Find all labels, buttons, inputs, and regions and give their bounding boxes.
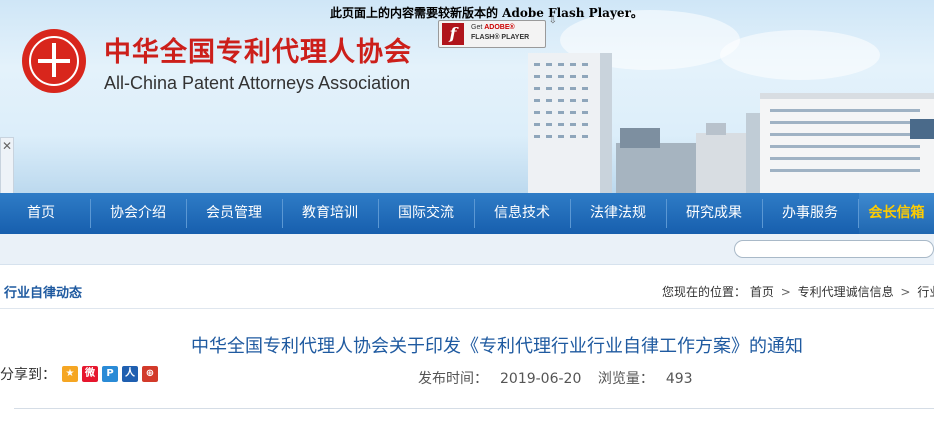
article-title: 中华全国专利代理人协会关于印发《专利代理行业行业自律工作方案》的通知 bbox=[191, 336, 803, 357]
download-arrow-icon: ⇩ bbox=[548, 15, 557, 26]
article-meta: 发布时间： 2019-06-20 浏览量： 493 bbox=[418, 368, 705, 388]
publish-label: 发布时间： bbox=[418, 371, 488, 387]
nav-item-services[interactable]: 办事服务 bbox=[763, 193, 857, 234]
tqq-icon[interactable]: P bbox=[102, 365, 118, 382]
flash-icon: f bbox=[442, 23, 464, 45]
search-input[interactable] bbox=[734, 240, 934, 258]
breadcrumb-separator-icon: > bbox=[780, 285, 791, 299]
section-title: 行业自律动态 bbox=[4, 286, 83, 301]
nav-item-it[interactable]: 信息技术 bbox=[475, 193, 569, 234]
views-count: 493 bbox=[665, 371, 693, 387]
org-name-cn: 中华全国专利代理人协会 bbox=[104, 37, 412, 68]
get-flash-player-button[interactable]: f Get ADOBE® FLASH® PLAYER ⇩ bbox=[438, 15, 557, 48]
views-label: 浏览量： bbox=[597, 371, 654, 387]
divider bbox=[14, 408, 934, 409]
nav-item-president-mailbox[interactable]: 会长信箱 bbox=[859, 193, 934, 234]
breadcrumb: 您现在的位置： 首页 > 专利代理诚信信息 > 行业自 bbox=[662, 283, 934, 300]
nav-item-education[interactable]: 教育培训 bbox=[283, 193, 377, 234]
close-icon: ✕ bbox=[1, 139, 13, 153]
nav-item-international[interactable]: 国际交流 bbox=[379, 193, 473, 234]
flash-badge-brand: ADOBE® bbox=[484, 24, 515, 31]
nav-item-about[interactable]: 协会介绍 bbox=[91, 193, 185, 234]
share-buttons: ★ 微 P 人 ⊕ bbox=[62, 363, 162, 382]
nav-item-members[interactable]: 会员管理 bbox=[187, 193, 281, 234]
flash-badge-label: FLASH® PLAYER bbox=[471, 34, 530, 41]
floating-panel-close-button[interactable]: ✕ bbox=[0, 137, 14, 197]
weibo-icon[interactable]: 微 bbox=[82, 365, 98, 382]
flash-version-notice: 此页面上的内容需要较新版本的 Adobe Flash Player。 bbox=[330, 6, 643, 20]
breadcrumb-separator-icon: > bbox=[900, 285, 911, 299]
association-logo bbox=[22, 29, 86, 93]
main-nav: 首页 协会介绍 会员管理 教育培训 国际交流 信息技术 法律法规 研究成果 办事… bbox=[0, 193, 934, 234]
breadcrumb-home-link[interactable]: 首页 bbox=[750, 285, 774, 299]
more-share-icon[interactable]: ⊕ bbox=[142, 365, 158, 382]
city-skyline-image bbox=[528, 53, 934, 193]
section-header: 行业自律动态 您现在的位置： 首页 > 专利代理诚信信息 > 行业自 bbox=[0, 274, 934, 309]
search-bar bbox=[0, 234, 934, 265]
nav-item-laws[interactable]: 法律法规 bbox=[571, 193, 665, 234]
breadcrumb-current-link[interactable]: 行业自 bbox=[917, 285, 934, 299]
qzone-icon[interactable]: ★ bbox=[62, 365, 78, 382]
breadcrumb-integrity-link[interactable]: 专利代理诚信信息 bbox=[798, 285, 894, 299]
nav-item-research[interactable]: 研究成果 bbox=[667, 193, 761, 234]
publish-date: 2019-06-20 bbox=[500, 371, 582, 387]
flash-badge-get: Get bbox=[471, 24, 485, 31]
breadcrumb-prefix: 您现在的位置： bbox=[662, 285, 747, 299]
share-label: 分享到： bbox=[0, 367, 56, 383]
header-banner: 此页面上的内容需要较新版本的 Adobe Flash Player。 中华全国专… bbox=[0, 0, 934, 193]
org-name-en: All-China Patent Attorneys Association bbox=[104, 73, 411, 93]
renren-icon[interactable]: 人 bbox=[122, 365, 138, 382]
nav-item-home[interactable]: 首页 bbox=[0, 193, 82, 234]
